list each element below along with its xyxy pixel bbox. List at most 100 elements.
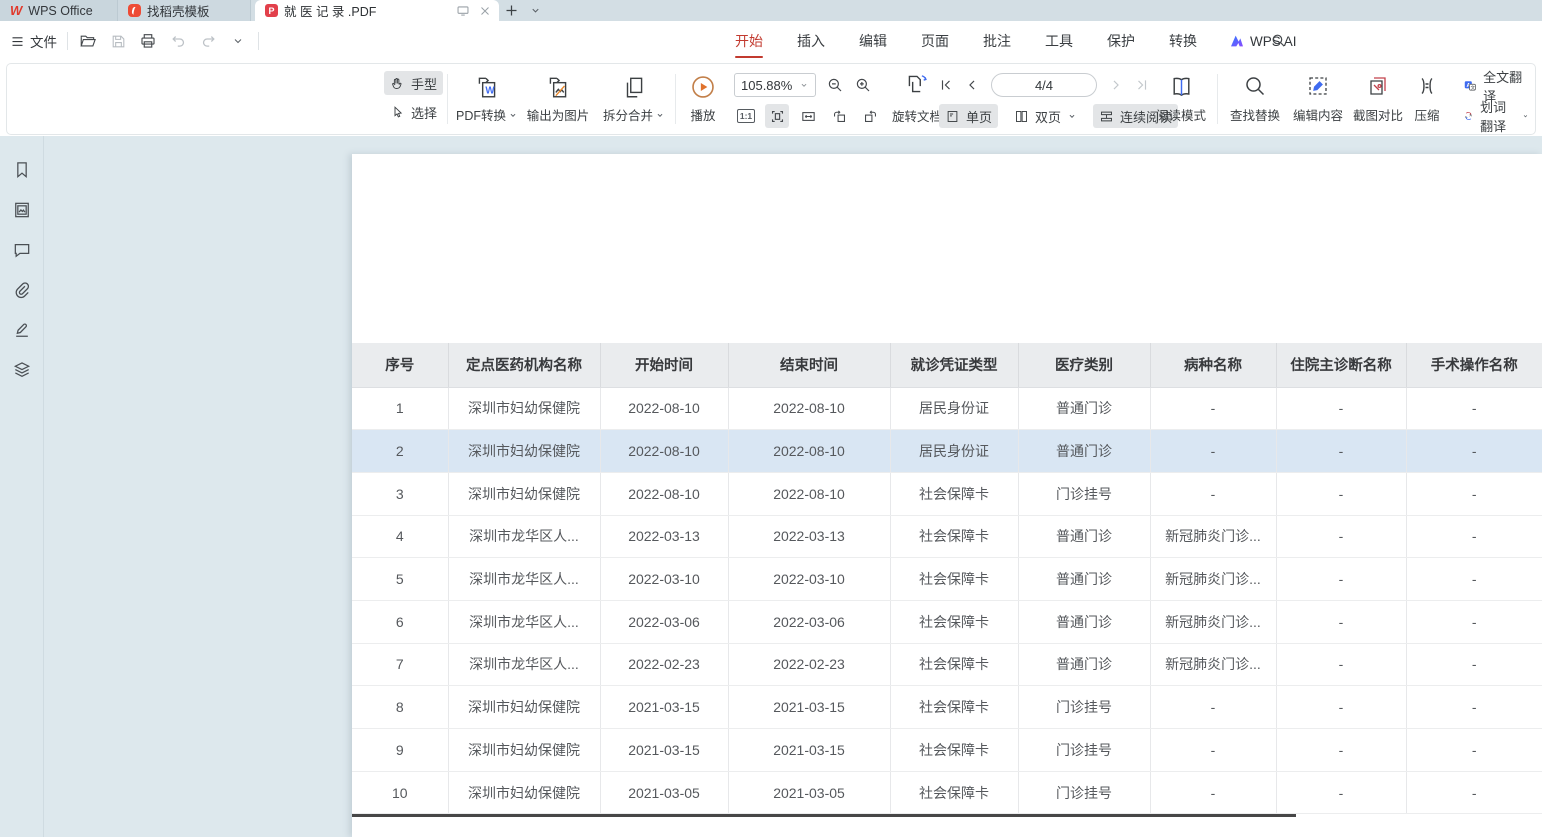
fit-page-button[interactable] xyxy=(765,104,789,128)
open-file-icon[interactable] xyxy=(78,31,98,51)
signature-panel-icon[interactable] xyxy=(12,320,32,340)
table-cell: 普通门诊 xyxy=(1018,600,1150,643)
table-cell: 门诊挂号 xyxy=(1018,771,1150,814)
single-page-button[interactable]: 单页 xyxy=(939,104,998,128)
table-cell: 2022-08-10 xyxy=(728,430,890,473)
full-text-translate-icon: A 文 xyxy=(1463,78,1477,94)
ribbon-tab-protect[interactable]: 保护 xyxy=(1105,22,1137,60)
next-page-icon[interactable] xyxy=(1109,78,1123,92)
double-page-button[interactable]: 双页 xyxy=(1008,104,1083,128)
cursor-icon xyxy=(390,105,405,120)
table-cell: 深圳市妇幼保健院 xyxy=(448,472,600,515)
zoom-out-icon[interactable] xyxy=(826,76,844,94)
ribbon-tab-home[interactable]: 开始 xyxy=(733,22,765,60)
continuous-read-icon xyxy=(1099,109,1114,124)
comment-panel-icon[interactable] xyxy=(12,240,32,260)
page-number-input[interactable]: 4/4 xyxy=(991,73,1097,97)
edit-pencil-icon xyxy=(1306,74,1330,98)
bookmark-panel-icon[interactable] xyxy=(12,160,32,180)
table-cell: - xyxy=(1150,686,1276,729)
save-icon[interactable] xyxy=(108,31,128,51)
col-header-institution: 定点医药机构名称 xyxy=(448,343,600,387)
search-icon xyxy=(1243,74,1267,98)
table-cell: 2022-08-10 xyxy=(600,472,728,515)
fit-width-button[interactable] xyxy=(796,104,820,128)
first-page-icon[interactable] xyxy=(939,78,953,92)
edit-content-button[interactable]: 编辑内容 xyxy=(1286,71,1350,129)
ribbon-tab-comment[interactable]: 批注 xyxy=(981,22,1013,60)
ribbon-tab-tools[interactable]: 工具 xyxy=(1043,22,1075,60)
book-icon xyxy=(1169,74,1194,99)
undo-icon[interactable] xyxy=(168,31,188,51)
menu-search-icon[interactable] xyxy=(1270,32,1288,50)
table-cell: 居民身份证 xyxy=(890,430,1018,473)
table-cell: - xyxy=(1406,387,1542,430)
table-cell: 社会保障卡 xyxy=(890,686,1018,729)
table-cell: 社会保障卡 xyxy=(890,558,1018,601)
ribbon-tab-edit[interactable]: 编辑 xyxy=(857,22,889,60)
tab-list-chevron[interactable] xyxy=(523,0,547,21)
divider xyxy=(258,32,259,50)
thumbnail-panel-icon[interactable] xyxy=(12,200,32,220)
zoom-in-icon[interactable] xyxy=(854,76,872,94)
table-cell: - xyxy=(1406,515,1542,558)
tab-docer-templates[interactable]: 找稻壳模板 xyxy=(118,0,251,21)
pdf-toolbar: 手型 选择 W PDF转换 输出为图片 拆分合并 xyxy=(6,63,1536,135)
close-tab-icon[interactable] xyxy=(477,3,493,19)
word-translate-button[interactable]: xA 划词翻译 xyxy=(1457,104,1535,128)
pdf-convert-button[interactable]: W PDF转换 xyxy=(455,71,519,129)
table-cell: 新冠肺炎门诊... xyxy=(1150,600,1276,643)
rotate-left-button[interactable] xyxy=(827,104,851,128)
ribbon-tab-insert[interactable]: 插入 xyxy=(795,22,827,60)
col-header-index: 序号 xyxy=(352,343,448,387)
docer-icon xyxy=(128,4,141,17)
actual-size-button[interactable]: 1:1 xyxy=(734,104,758,128)
ribbon-tab-page[interactable]: 页面 xyxy=(919,22,951,60)
full-text-translate-button[interactable]: A 文 全文翻译 xyxy=(1457,74,1535,98)
file-menu-button[interactable]: 文件 xyxy=(10,31,57,51)
table-cell: 深圳市妇幼保健院 xyxy=(448,686,600,729)
table-cell: 社会保障卡 xyxy=(890,643,1018,686)
quick-access-chevron[interactable] xyxy=(228,31,248,51)
table-cell: 门诊挂号 xyxy=(1018,729,1150,772)
tab-document-pdf[interactable]: P 就 医 记 录 .PDF xyxy=(255,0,499,21)
svg-text:x: x xyxy=(1465,115,1467,119)
layers-panel-icon[interactable] xyxy=(12,360,32,380)
svg-text:文: 文 xyxy=(1471,84,1476,91)
pdf-file-icon: P xyxy=(265,4,278,17)
screenshot-compare-button[interactable]: 截图对比 xyxy=(1346,71,1410,129)
compress-icon xyxy=(1415,74,1439,98)
hamburger-icon xyxy=(10,34,25,49)
print-icon[interactable] xyxy=(138,31,158,51)
pdf-page[interactable]: 序号 定点医药机构名称 开始时间 结束时间 就诊凭证类型 医疗类别 病种名称 住… xyxy=(352,154,1542,837)
compress-button[interactable]: 压缩 xyxy=(1405,71,1449,129)
split-merge-button[interactable]: 拆分合并 xyxy=(599,71,669,129)
ribbon-tab-convert[interactable]: 转换 xyxy=(1167,22,1199,60)
monitor-icon[interactable] xyxy=(455,3,471,19)
hand-tool-button[interactable]: 手型 xyxy=(384,71,443,95)
double-page-icon xyxy=(1014,109,1029,124)
redo-icon[interactable] xyxy=(198,31,218,51)
export-image-button[interactable]: 输出为图片 xyxy=(522,71,594,129)
table-bottom-border xyxy=(352,814,1296,817)
table-header-row: 序号 定点医药机构名称 开始时间 结束时间 就诊凭证类型 医疗类别 病种名称 住… xyxy=(352,343,1542,387)
last-page-icon[interactable] xyxy=(1135,78,1149,92)
tab-wps-home[interactable]: W WPS Office xyxy=(0,0,118,21)
table-row: 7深圳市龙华区人...2022-02-232022-02-23社会保障卡普通门诊… xyxy=(352,643,1542,686)
table-cell: 2022-03-13 xyxy=(728,515,890,558)
play-button[interactable]: 播放 xyxy=(681,71,725,129)
attachment-panel-icon[interactable] xyxy=(12,280,32,300)
find-replace-button[interactable]: 查找替换 xyxy=(1223,71,1287,129)
select-tool-button[interactable]: 选择 xyxy=(384,100,443,124)
new-tab-button[interactable] xyxy=(499,0,523,21)
read-mode-button[interactable]: 阅读模式 xyxy=(1151,71,1211,129)
table-cell: 2022-03-06 xyxy=(600,600,728,643)
zoom-level-select[interactable]: 105.88% xyxy=(734,73,816,97)
single-page-icon xyxy=(945,109,960,124)
table-cell: 新冠肺炎门诊... xyxy=(1150,558,1276,601)
table-row: 6深圳市龙华区人...2022-03-062022-03-06社会保障卡普通门诊… xyxy=(352,600,1542,643)
rotate-right-button[interactable] xyxy=(858,104,882,128)
table-cell: 5 xyxy=(352,558,448,601)
previous-page-icon[interactable] xyxy=(965,78,979,92)
tab-label: WPS Office xyxy=(28,4,92,18)
